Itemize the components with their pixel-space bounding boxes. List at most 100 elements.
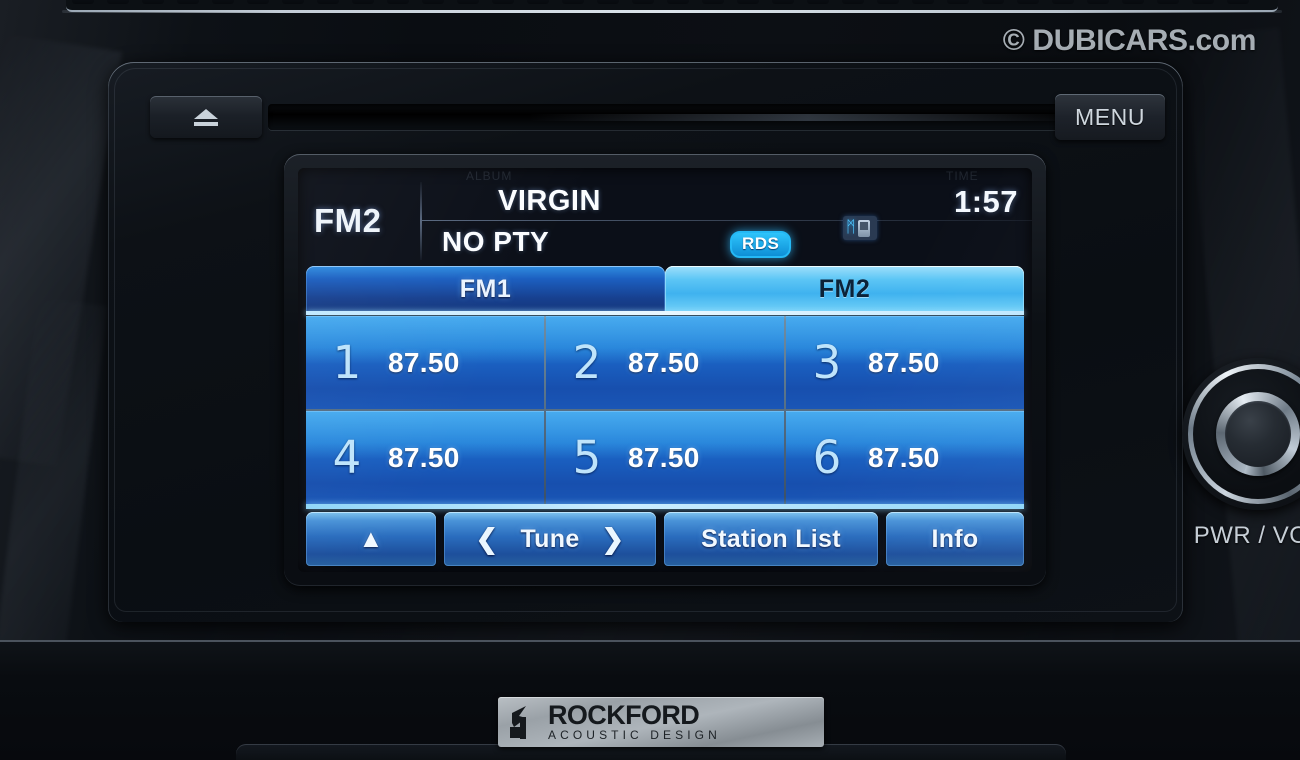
cd-slot-sheen [528, 114, 1088, 121]
station-list-label: Station List [701, 524, 841, 553]
vent-slat [1192, 0, 1214, 4]
vent-slat [282, 0, 304, 4]
tune-label: Tune [520, 524, 580, 553]
preset-number: 3 [812, 336, 842, 389]
watermark: © DUBICARS.com [1002, 24, 1257, 57]
band-tab-fm1-label: FM1 [459, 274, 512, 303]
pwr-vol-knob[interactable] [1182, 358, 1300, 510]
scroll-up-icon: ▲ [358, 524, 384, 553]
vent-slat [1017, 0, 1039, 4]
preset-grid: 1 87.50 2 87.50 3 87.50 4 87.50 5 87.50 … [306, 316, 1024, 504]
vent-slat [387, 0, 409, 4]
ghost-time-text: TIME [946, 169, 979, 183]
vent-slat [72, 0, 94, 4]
preset-button-5[interactable]: 5 87.50 [546, 411, 784, 504]
preset-frequency: 87.50 [628, 346, 700, 378]
vent-slat [1087, 0, 1109, 4]
band-tab-fm1[interactable]: FM1 [306, 266, 665, 312]
bluetooth-phone-icon: ᛗ [843, 216, 877, 240]
vent-slat [702, 0, 724, 4]
vent-slat [177, 0, 199, 4]
program-type-label: NO PTY [442, 226, 550, 257]
rockford-tagline: ACOUSTIC DESIGN [548, 728, 721, 742]
vent-slat [1052, 0, 1074, 4]
vent-slat [982, 0, 1004, 4]
band-tab-fm2[interactable]: FM2 [665, 266, 1024, 312]
rockford-wordmark: ROCKFORD ACOUSTIC DESIGN [548, 700, 721, 743]
preset-number: 2 [572, 336, 602, 389]
status-bar: FM2 VIRGIN NO PTY RDS ᛗ 1:57 [298, 182, 1032, 260]
rockford-name: ROCKFORD [548, 700, 700, 730]
preset-number: 4 [332, 431, 362, 484]
preset-button-1[interactable]: 1 87.50 [306, 316, 544, 409]
vent-slat [247, 0, 269, 4]
vent-slat [107, 0, 129, 4]
vent-slat [912, 0, 934, 4]
tune-prev-icon[interactable]: ❮ [476, 524, 499, 555]
vent-slat [1227, 0, 1249, 4]
preset-frequency: 87.50 [388, 346, 460, 378]
clock: 1:57 [953, 184, 1018, 219]
vent-slat [842, 0, 864, 4]
bluetooth-glyph: ᛗ [846, 219, 856, 236]
knob-cap[interactable] [1225, 401, 1291, 467]
head-unit-faceplate: MENU ALBUM TIME FM2 VIRGIN NO PTY RDS ᛗ … [108, 62, 1300, 622]
vent-slat [562, 0, 584, 4]
preset-number: 6 [812, 431, 842, 484]
preset-frequency: 87.50 [868, 346, 940, 378]
pwr-vol-label: PWR / VOL [1193, 522, 1300, 549]
info-button[interactable]: Info [886, 512, 1024, 566]
menu-button[interactable]: MENU [1055, 94, 1165, 140]
preset-number: 1 [332, 336, 362, 389]
current-band-label: FM2 [314, 202, 382, 239]
header-divider-vertical [420, 182, 422, 260]
vent-slat [667, 0, 689, 4]
preset-number: 5 [572, 431, 602, 484]
header-divider-horizontal [422, 220, 1032, 221]
vent-slat [772, 0, 794, 4]
vent-slat [877, 0, 899, 4]
band-tab-fm2-label: FM2 [818, 274, 871, 303]
vent-slat [947, 0, 969, 4]
phone-glyph [857, 219, 870, 237]
vent-slat [142, 0, 164, 4]
vent-slat [1122, 0, 1144, 4]
preset-button-3[interactable]: 3 87.50 [786, 316, 1024, 409]
trim-gloss-highlight [0, 33, 123, 467]
vent-slat [632, 0, 654, 4]
scroll-up-button[interactable]: ▲ [306, 512, 436, 566]
preset-button-4[interactable]: 4 87.50 [306, 411, 544, 504]
display-bezel: ALBUM TIME FM2 VIRGIN NO PTY RDS ᛗ 1:57 [284, 154, 1046, 586]
eject-button[interactable] [150, 96, 262, 138]
info-label: Info [931, 524, 979, 553]
preset-frequency: 87.50 [628, 441, 700, 473]
rds-badge: RDS [730, 231, 792, 258]
vent-slat [457, 0, 479, 4]
band-tab-underline [306, 311, 1024, 315]
vent-slat [807, 0, 829, 4]
pwr-vol-control[interactable]: PWR / VOL [1173, 358, 1300, 553]
dashboard-console: © DUBICARS.com MENU ALBUM TIME FM2 VIRGI… [0, 0, 1300, 760]
vent-slat [1157, 0, 1179, 4]
tune-next-icon[interactable]: ❯ [602, 524, 625, 555]
station-name: VIRGIN [498, 185, 601, 217]
vent-slat [597, 0, 619, 4]
station-list-button[interactable]: Station List [664, 512, 878, 566]
tune-button[interactable]: ❮ Tune ❯ [444, 512, 656, 566]
eject-icon [194, 109, 218, 126]
preset-button-6[interactable]: 6 87.50 [786, 411, 1024, 504]
vent-slat [352, 0, 374, 4]
vent-slat [492, 0, 514, 4]
preset-frequency: 87.50 [868, 441, 940, 473]
band-tab-bar: FM1 FM2 [306, 266, 1024, 312]
menu-button-label: MENU [1074, 103, 1146, 130]
function-button-bar: ▲ ❮ Tune ❯ Station List Info [306, 508, 1024, 566]
vent-chrome-trim [62, 10, 1282, 13]
infotainment-screen[interactable]: ALBUM TIME FM2 VIRGIN NO PTY RDS ᛗ 1:57 [298, 168, 1032, 572]
vent-slat [737, 0, 759, 4]
preset-button-2[interactable]: 2 87.50 [546, 316, 784, 409]
ghost-album-text: ALBUM [466, 169, 513, 183]
rockford-brand-plate: ROCKFORD ACOUSTIC DESIGN [498, 697, 824, 747]
vent-slat [527, 0, 549, 4]
vent-slat [317, 0, 339, 4]
